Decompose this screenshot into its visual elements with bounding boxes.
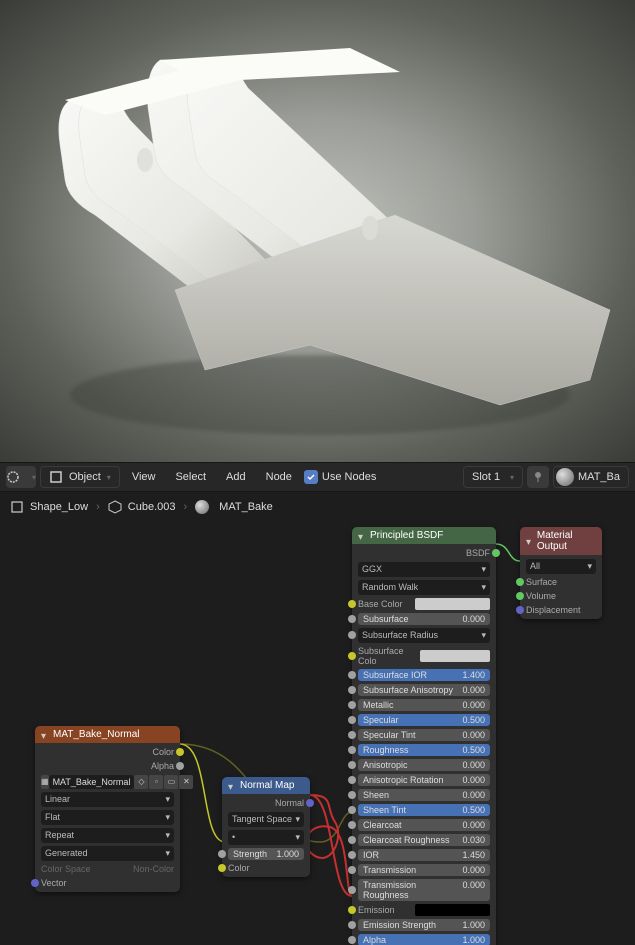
strength-field[interactable]: Strength1.000 — [222, 846, 310, 861]
socket-alpha-out[interactable]: Alpha — [35, 759, 180, 773]
breadcrumb-scene[interactable]: Shape_Low — [10, 500, 88, 514]
socket-displacement-in[interactable]: Displacement — [520, 603, 602, 617]
param-anisotropic-rotation[interactable]: Anisotropic Rotation0.000 — [352, 772, 496, 787]
editor-type-icon[interactable]: ▾ — [6, 466, 36, 488]
socket-volume-in[interactable]: Volume — [520, 589, 602, 603]
param-specular-tint[interactable]: Specular Tint0.000 — [352, 727, 496, 742]
socket-bsdf-out[interactable]: BSDF — [352, 546, 496, 560]
param-subsurface[interactable]: Subsurface0.000 — [352, 611, 496, 626]
param-sheen[interactable]: Sheen0.000 — [352, 787, 496, 802]
param-base-color[interactable]: Base Color — [352, 596, 496, 611]
breadcrumb-material[interactable]: MAT_Bake — [195, 500, 273, 514]
mesh-data-icon — [108, 500, 122, 514]
node-editor-header: ▾ Object ▾ View Select Add Node Use Node… — [0, 462, 635, 492]
texture-datablock-row: ▦ MAT_Bake_Normal ◇ ▫ ▭ ✕ — [35, 773, 180, 790]
menu-view[interactable]: View — [124, 471, 164, 483]
object-mode-dropdown[interactable]: Object ▾ — [40, 466, 120, 488]
object-icon — [49, 470, 63, 484]
node-material-output[interactable]: Material Output All▾ Surface Volume Disp… — [520, 527, 602, 619]
breadcrumb: Shape_Low › Cube.003 › MAT_Bake — [0, 492, 635, 522]
collapse-icon[interactable] — [526, 537, 533, 545]
uvmap-dropdown[interactable]: •▾ — [222, 828, 310, 846]
param-subsurface-anisotropy[interactable]: Subsurface Anisotropy0.000 — [352, 682, 496, 697]
collapse-icon[interactable] — [358, 532, 366, 540]
breadcrumb-separator: › — [184, 501, 188, 513]
node-normal-map[interactable]: Normal Map Normal Tangent Space▾ •▾ Stre… — [222, 777, 310, 877]
viewport-3d[interactable] — [0, 0, 635, 462]
unlink-icon[interactable]: ✕ — [179, 775, 193, 789]
material-sphere-icon — [556, 468, 574, 486]
param-metallic[interactable]: Metallic0.000 — [352, 697, 496, 712]
socket-normal-out[interactable]: Normal — [222, 796, 310, 810]
pin-icon[interactable] — [527, 466, 549, 488]
mesh-icon — [10, 500, 24, 514]
image-icon[interactable]: ▦ — [41, 775, 49, 789]
param-transmission[interactable]: Transmission0.000 — [352, 862, 496, 877]
node-graph-area[interactable]: MAT_Bake_Normal Color Alpha ▦ MAT_Bake_N… — [0, 522, 635, 945]
param-clearcoat-roughness[interactable]: Clearcoat Roughness0.030 — [352, 832, 496, 847]
node-image-texture[interactable]: MAT_Bake_Normal Color Alpha ▦ MAT_Bake_N… — [35, 726, 180, 892]
node-header[interactable]: Material Output — [520, 527, 602, 555]
param-sheen-tint[interactable]: Sheen Tint0.500 — [352, 802, 496, 817]
param-emission[interactable]: Emission — [352, 902, 496, 917]
breadcrumb-separator: › — [96, 501, 100, 513]
param-subsurface-ior[interactable]: Subsurface IOR1.400 — [352, 667, 496, 682]
param-subsurface-colo[interactable]: Subsurface Colo — [352, 644, 496, 667]
param-ior[interactable]: IOR1.450 — [352, 847, 496, 862]
socket-surface-in[interactable]: Surface — [520, 575, 602, 589]
mode-label: Object — [69, 471, 101, 483]
users-icon[interactable]: ◇ — [134, 775, 148, 789]
use-nodes-toggle[interactable]: Use Nodes — [304, 470, 376, 484]
subsurface-method-dropdown[interactable]: Random Walk▾ — [352, 578, 496, 596]
render-preview — [0, 0, 635, 462]
socket-color-in[interactable]: Color — [222, 861, 310, 875]
menu-select[interactable]: Select — [167, 471, 214, 483]
param-transmission-roughness[interactable]: Transmission Roughness0.000 — [352, 877, 496, 902]
node-header[interactable]: Normal Map — [222, 777, 310, 794]
colorspace-row: Color SpaceNon-Color — [35, 862, 180, 876]
material-dropdown[interactable]: MAT_Ba — [553, 466, 629, 488]
projection-dropdown[interactable]: Flat▾ — [35, 808, 180, 826]
param-roughness[interactable]: Roughness0.500 — [352, 742, 496, 757]
param-clearcoat[interactable]: Clearcoat0.000 — [352, 817, 496, 832]
param-specular[interactable]: Specular0.500 — [352, 712, 496, 727]
texture-name-field[interactable]: MAT_Bake_Normal — [49, 775, 135, 789]
source-dropdown[interactable]: Generated▾ — [35, 844, 180, 862]
new-icon[interactable]: ▫ — [149, 775, 163, 789]
slot-dropdown[interactable]: Slot 1▾ — [463, 466, 523, 488]
checkbox-icon — [304, 470, 318, 484]
breadcrumb-object[interactable]: Cube.003 — [108, 500, 176, 514]
collapse-icon[interactable] — [228, 782, 236, 790]
space-dropdown[interactable]: Tangent Space▾ — [222, 810, 310, 828]
use-nodes-label: Use Nodes — [322, 471, 376, 483]
node-header[interactable]: Principled BSDF — [352, 527, 496, 544]
param-emission-strength[interactable]: Emission Strength1.000 — [352, 917, 496, 932]
target-dropdown[interactable]: All▾ — [520, 557, 602, 575]
interpolation-dropdown[interactable]: Linear▾ — [35, 790, 180, 808]
node-principled-bsdf[interactable]: Principled BSDF BSDF GGX▾ Random Walk▾ B… — [352, 527, 496, 945]
param-subsurface-radius[interactable]: Subsurface Radius▾ — [352, 626, 496, 644]
socket-color-out[interactable]: Color — [35, 745, 180, 759]
material-icon — [195, 500, 209, 514]
extension-dropdown[interactable]: Repeat▾ — [35, 826, 180, 844]
param-alpha[interactable]: Alpha1.000 — [352, 932, 496, 945]
collapse-icon[interactable] — [41, 731, 49, 739]
open-icon[interactable]: ▭ — [164, 775, 178, 789]
param-anisotropic[interactable]: Anisotropic0.000 — [352, 757, 496, 772]
menu-add[interactable]: Add — [218, 471, 254, 483]
menu-node[interactable]: Node — [258, 471, 300, 483]
distribution-dropdown[interactable]: GGX▾ — [352, 560, 496, 578]
socket-vector-in[interactable]: Vector — [35, 876, 180, 890]
node-header[interactable]: MAT_Bake_Normal — [35, 726, 180, 743]
